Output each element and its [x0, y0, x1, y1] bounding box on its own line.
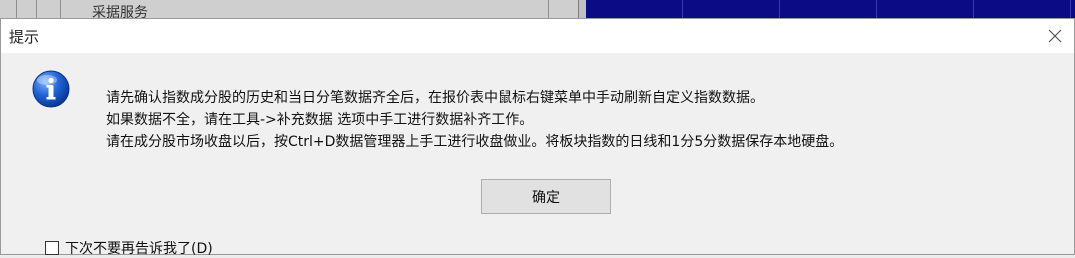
dialog-message: 请先确认指数成分股的历史和当日分笔数据齐全后，在报价表中鼠标右键菜单中手动刷新自… [106, 87, 843, 153]
close-icon [1048, 29, 1062, 43]
ok-button[interactable]: 确定 [481, 179, 611, 214]
dont-show-again-checkbox[interactable] [45, 241, 59, 255]
grid-line [548, 0, 549, 18]
grid-line [36, 0, 37, 18]
message-line: 请在成分股市场收盘以后，按Ctrl+D数据管理器上手工进行收盘做业。将板块指数的… [106, 134, 844, 150]
quote-cell [974, 0, 1071, 18]
grid-line [16, 0, 17, 18]
close-button[interactable] [1044, 25, 1066, 47]
background-quote-row [586, 0, 1075, 18]
quote-cell [586, 0, 683, 18]
dialog-title: 提示 [9, 28, 40, 46]
dont-show-again-option[interactable]: 下次不要再告诉我了(D) [45, 238, 213, 258]
dont-show-again-label: 下次不要再告诉我了(D) [65, 241, 213, 257]
message-line: 如果数据不全，请在工具->补充数据 选项中手工进行数据补齐工作。 [106, 112, 534, 128]
message-line: 请先确认指数成分股的历史和当日分笔数据齐全后，在报价表中鼠标右键菜单中手动刷新自… [106, 90, 764, 106]
grid-line [60, 0, 61, 18]
quote-cell [683, 0, 780, 18]
info-icon [32, 70, 70, 108]
prompt-dialog: 提示 请先确认指数成分股的历史和当日分笔数据齐全后，在报价表中鼠标右键菜单中手动… [0, 18, 1075, 258]
quote-cell [780, 0, 877, 18]
quote-cell [877, 0, 974, 18]
background-table-row: 采据服务 [0, 0, 580, 21]
dialog-titlebar: 提示 [1, 19, 1074, 53]
